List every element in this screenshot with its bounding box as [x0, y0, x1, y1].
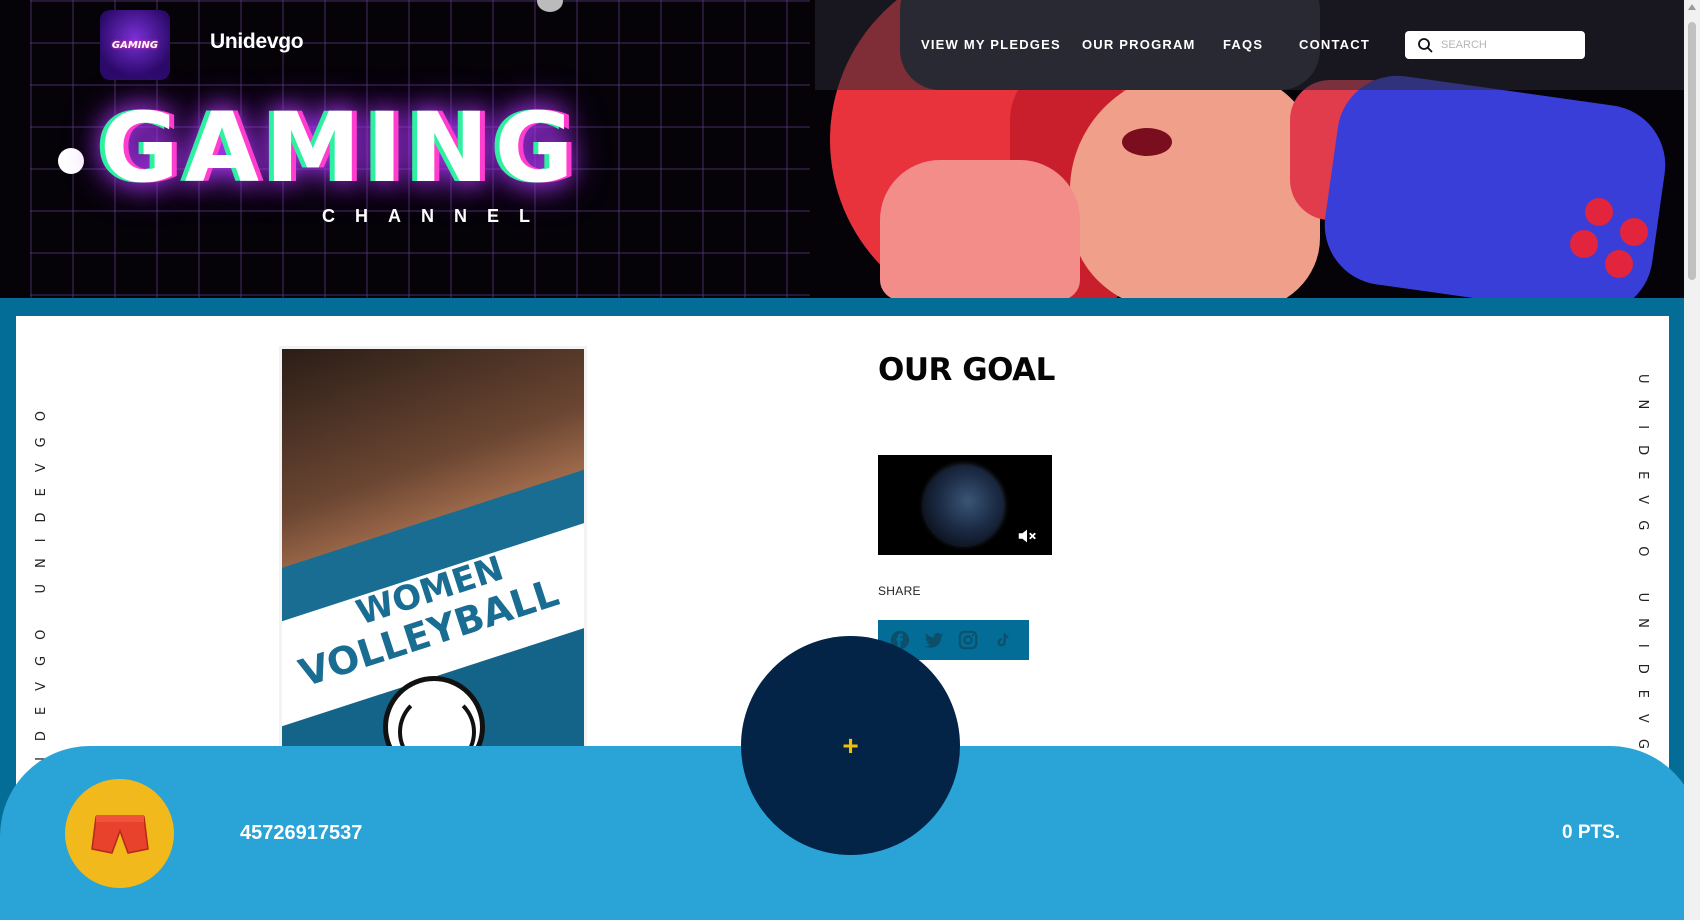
logo-text: GAMING: [111, 39, 159, 51]
nav-faqs[interactable]: FAQS: [1223, 37, 1263, 52]
nav-contact[interactable]: CONTACT: [1299, 37, 1370, 52]
earth-image: [924, 465, 1004, 545]
search-box[interactable]: [1405, 31, 1585, 59]
instagram-icon[interactable]: [956, 628, 980, 652]
share-label: SHARE: [878, 584, 921, 598]
avatar[interactable]: [65, 779, 174, 888]
search-input[interactable]: [1441, 39, 1571, 51]
site-logo[interactable]: GAMING: [100, 10, 170, 80]
side-text-left: UNIDEVGO UNIDEVGO: [34, 395, 49, 813]
side-text-right: UNIDEVGO UNIDEVGO: [1635, 374, 1650, 792]
twitter-icon[interactable]: [922, 628, 946, 652]
top-navigation-bar: GAMING Unidevgo VIEW MY PLEDGES OUR PROG…: [0, 0, 1684, 90]
banner-title: GAMING: [100, 92, 580, 204]
add-button[interactable]: +: [741, 636, 960, 855]
banner-subtitle: CHANNEL: [322, 206, 550, 226]
scrollbar-thumb[interactable]: [1688, 22, 1696, 280]
nav-our-program[interactable]: OUR PROGRAM: [1082, 37, 1196, 52]
search-icon: [1418, 38, 1433, 53]
goal-title: OUR GOAL: [878, 352, 1055, 388]
shorts-icon: [90, 814, 149, 854]
goal-video[interactable]: [878, 455, 1052, 555]
campaign-poster: WOMEN VOLLEYBALL: [282, 349, 584, 749]
tiktok-icon[interactable]: [990, 628, 1014, 652]
nav-view-my-pledges[interactable]: VIEW MY PLEDGES: [921, 37, 1061, 52]
scroll-up-arrow-icon[interactable]: [1688, 4, 1696, 10]
account-number: 45726917537: [240, 822, 363, 844]
hero-banner: GAMING Unidevgo VIEW MY PLEDGES OUR PROG…: [0, 0, 1684, 298]
decorative-dot: [58, 148, 84, 174]
points-balance: 0 PTS.: [1562, 822, 1621, 843]
mute-icon[interactable]: [1016, 525, 1038, 547]
brand-name[interactable]: Unidevgo: [210, 30, 304, 54]
